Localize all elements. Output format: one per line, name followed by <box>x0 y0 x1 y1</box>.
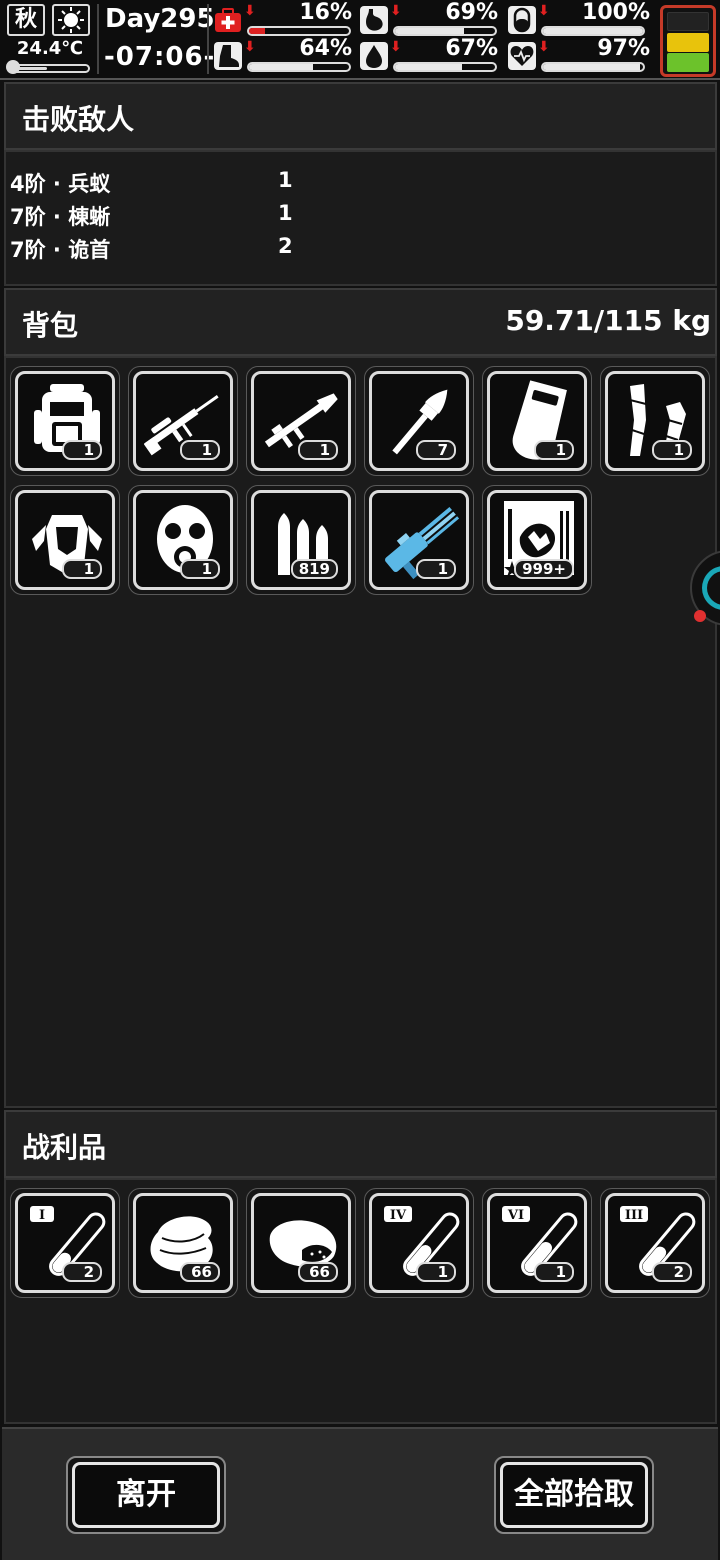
mood-value: 100% <box>582 0 650 25</box>
trend-down-icon: ⬇ <box>390 3 402 19</box>
battery-indicator[interactable] <box>660 5 716 77</box>
game-clock: -07:06- <box>104 42 216 72</box>
item-count: 1 <box>534 440 574 460</box>
backpack-slot-bullets[interactable]: 819 <box>246 485 356 595</box>
stat-hunger: ⬇ 69% <box>360 0 502 38</box>
medkit-icon <box>214 6 242 34</box>
backpack-slot-leg-armor[interactable]: 1 <box>600 366 710 476</box>
item-count: 66 <box>180 1262 220 1282</box>
temperature: 24.4℃ <box>16 38 84 59</box>
backpack-slot-rocket-launcher[interactable]: 1 <box>246 366 356 476</box>
backpack-slot-rocket-ammo[interactable]: 7 <box>364 366 474 476</box>
enemy-row: 4阶 · 兵蚁 1 <box>10 168 310 200</box>
item-count: 1 <box>180 559 220 579</box>
item-count: 2 <box>652 1262 692 1282</box>
trend-down-icon: ⬇ <box>244 3 256 19</box>
spirit-value: 97% <box>597 36 650 61</box>
tier-label: IV <box>390 1208 407 1223</box>
loot-slot-cloth[interactable]: 66 <box>128 1188 238 1298</box>
item-count: 1 <box>62 559 102 579</box>
loot-slot-raw-meat[interactable]: 66 <box>246 1188 356 1298</box>
stat-stamina: ⬇ 64% <box>214 36 356 74</box>
stamina-value: 64% <box>299 36 352 61</box>
stomach-icon <box>360 6 388 34</box>
enemy-name: 7阶 · 棟蜥 <box>10 205 111 229</box>
notification-dot <box>694 610 706 622</box>
trend-down-icon: ⬇ <box>538 3 550 19</box>
health-value: 16% <box>299 0 352 25</box>
defeated-list: 4阶 · 兵蚁 1 7阶 · 棟蜥 1 7阶 · 诡首 2 <box>4 150 717 286</box>
enemy-count: 2 <box>278 234 293 258</box>
loot-header: 战利品 <box>4 1110 717 1178</box>
loot-slot-potion-vi[interactable]: VI 1 <box>482 1188 592 1298</box>
item-count: 1 <box>652 440 692 460</box>
item-count: 999+ <box>514 559 574 579</box>
leave-button[interactable]: 离开 <box>66 1456 226 1534</box>
loot-slot-potion-iii[interactable]: III 2 <box>600 1188 710 1298</box>
defeated-title: 击败敌人 <box>22 103 135 136</box>
backpack-slot-riot-shield[interactable]: 1 <box>482 366 592 476</box>
enemy-count: 1 <box>278 168 293 192</box>
temperature-bar <box>10 64 90 73</box>
take-all-button-label: 全部拾取 <box>500 1462 648 1528</box>
backpack-slot-zombie-card[interactable]: 999+ <box>482 485 592 595</box>
item-count: 1 <box>180 440 220 460</box>
loot-slot-potion-i[interactable]: I 2 <box>10 1188 120 1298</box>
tier-label: I <box>39 1208 45 1223</box>
loot-title: 战利品 <box>22 1131 107 1164</box>
backpack-slot-sniper-rifle[interactable]: 1 <box>128 366 238 476</box>
item-count: 819 <box>290 559 338 579</box>
backpack-slot-backpack[interactable]: 1 <box>10 366 120 476</box>
backpack-slot-gas-mask[interactable]: 1 <box>128 485 238 595</box>
item-count: 1 <box>416 559 456 579</box>
take-all-button[interactable]: 全部拾取 <box>494 1456 654 1534</box>
trend-down-icon: ⬇ <box>244 39 256 55</box>
enemy-count: 1 <box>278 201 293 225</box>
trend-down-icon: ⬇ <box>390 39 402 55</box>
backpack-weight: 59.71/115 kg <box>505 304 711 337</box>
stat-mood: ⬇ 100% <box>508 0 654 38</box>
item-count: 1 <box>62 440 102 460</box>
item-count: 2 <box>62 1262 102 1282</box>
boot-icon <box>214 42 242 70</box>
water-drop-icon <box>360 42 388 70</box>
enemy-name: 4阶 · 兵蚁 <box>10 172 111 196</box>
trend-down-icon: ⬇ <box>538 39 550 55</box>
thirst-value: 67% <box>445 36 498 61</box>
enemy-row: 7阶 · 棟蜥 1 <box>10 201 310 233</box>
tier-label: III <box>625 1208 643 1223</box>
item-count: 1 <box>416 1262 456 1282</box>
thermometer-icon <box>6 60 20 74</box>
item-count: 1 <box>298 440 338 460</box>
backpack-slot-minigun[interactable]: 1 <box>364 485 474 595</box>
pill-icon <box>508 6 536 34</box>
stat-health: ⬇ 16% <box>214 0 356 38</box>
enemy-name: 7阶 · 诡首 <box>10 238 111 262</box>
backpack-title: 背包 <box>22 309 79 342</box>
backpack-slot-body-armor[interactable]: 1 <box>10 485 120 595</box>
season-indicator: 秋 <box>7 4 45 36</box>
tier-label: VI <box>507 1208 524 1223</box>
day-counter: Day295 <box>105 4 215 34</box>
heart-icon <box>508 42 536 70</box>
sun-icon <box>52 4 90 36</box>
defeated-header: 击败敌人 <box>4 82 717 150</box>
backpack-header: 背包 59.71/115 kg <box>4 288 717 356</box>
ring-icon <box>702 566 720 610</box>
status-bar: 秋 24.4℃ Day295 -07:06- ⬇ 16% ⬇ 69% ⬇ 100… <box>0 0 720 80</box>
item-count: 66 <box>298 1262 338 1282</box>
loot-slot-potion-iv[interactable]: IV 1 <box>364 1188 474 1298</box>
action-bar: 离开 全部拾取 <box>2 1427 718 1560</box>
item-count: 1 <box>534 1262 574 1282</box>
stat-thirst: ⬇ 67% <box>360 36 502 74</box>
stat-spirit: ⬇ 97% <box>508 36 654 74</box>
item-count: 7 <box>416 440 456 460</box>
leave-button-label: 离开 <box>72 1462 220 1528</box>
hunger-value: 69% <box>445 0 498 25</box>
enemy-row: 7阶 · 诡首 2 <box>10 234 310 266</box>
